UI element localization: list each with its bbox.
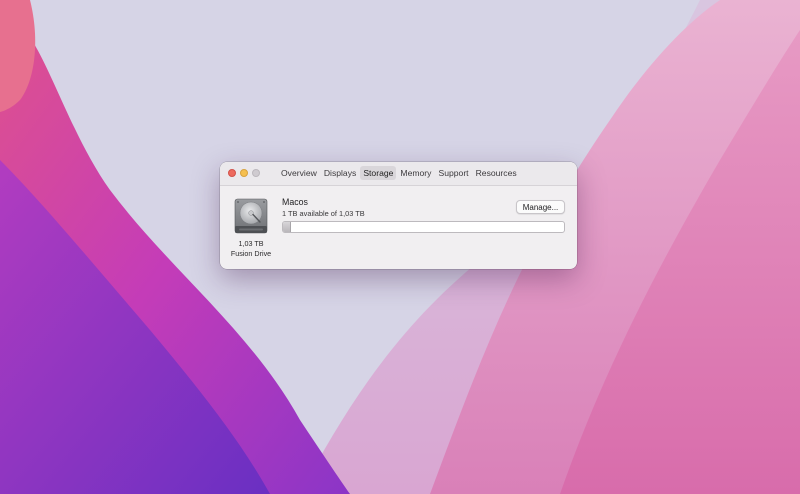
desktop: Overview Displays Storage Memory Support… (0, 0, 800, 494)
close-button[interactable] (228, 169, 236, 177)
tab-storage[interactable]: Storage (360, 166, 397, 180)
disk-capacity: 1,03 TB (238, 239, 264, 248)
zoom-button[interactable] (252, 169, 260, 177)
volume-name: Macos (282, 197, 308, 207)
hard-drive-icon (234, 198, 268, 234)
tab-resources[interactable]: Resources (473, 166, 520, 180)
tab-bar: Overview Displays Storage Memory Support… (278, 166, 521, 180)
disk-caption: 1,03 TB Fusion Drive (226, 239, 276, 259)
tab-overview[interactable]: Overview (278, 166, 320, 180)
tab-support[interactable]: Support (435, 166, 471, 180)
storage-used-fill (283, 222, 292, 232)
volume-availability: 1 TB available of 1,03 TB (282, 209, 365, 218)
tab-displays[interactable]: Displays (321, 166, 359, 180)
disk-type: Fusion Drive (230, 249, 272, 258)
title-bar[interactable]: Overview Displays Storage Memory Support… (220, 162, 577, 186)
tab-memory[interactable]: Memory (397, 166, 434, 180)
storage-usage-bar (282, 221, 565, 233)
manage-button[interactable]: Manage... (516, 200, 565, 214)
minimize-button[interactable] (240, 169, 248, 177)
system-information-window: Overview Displays Storage Memory Support… (220, 162, 577, 269)
